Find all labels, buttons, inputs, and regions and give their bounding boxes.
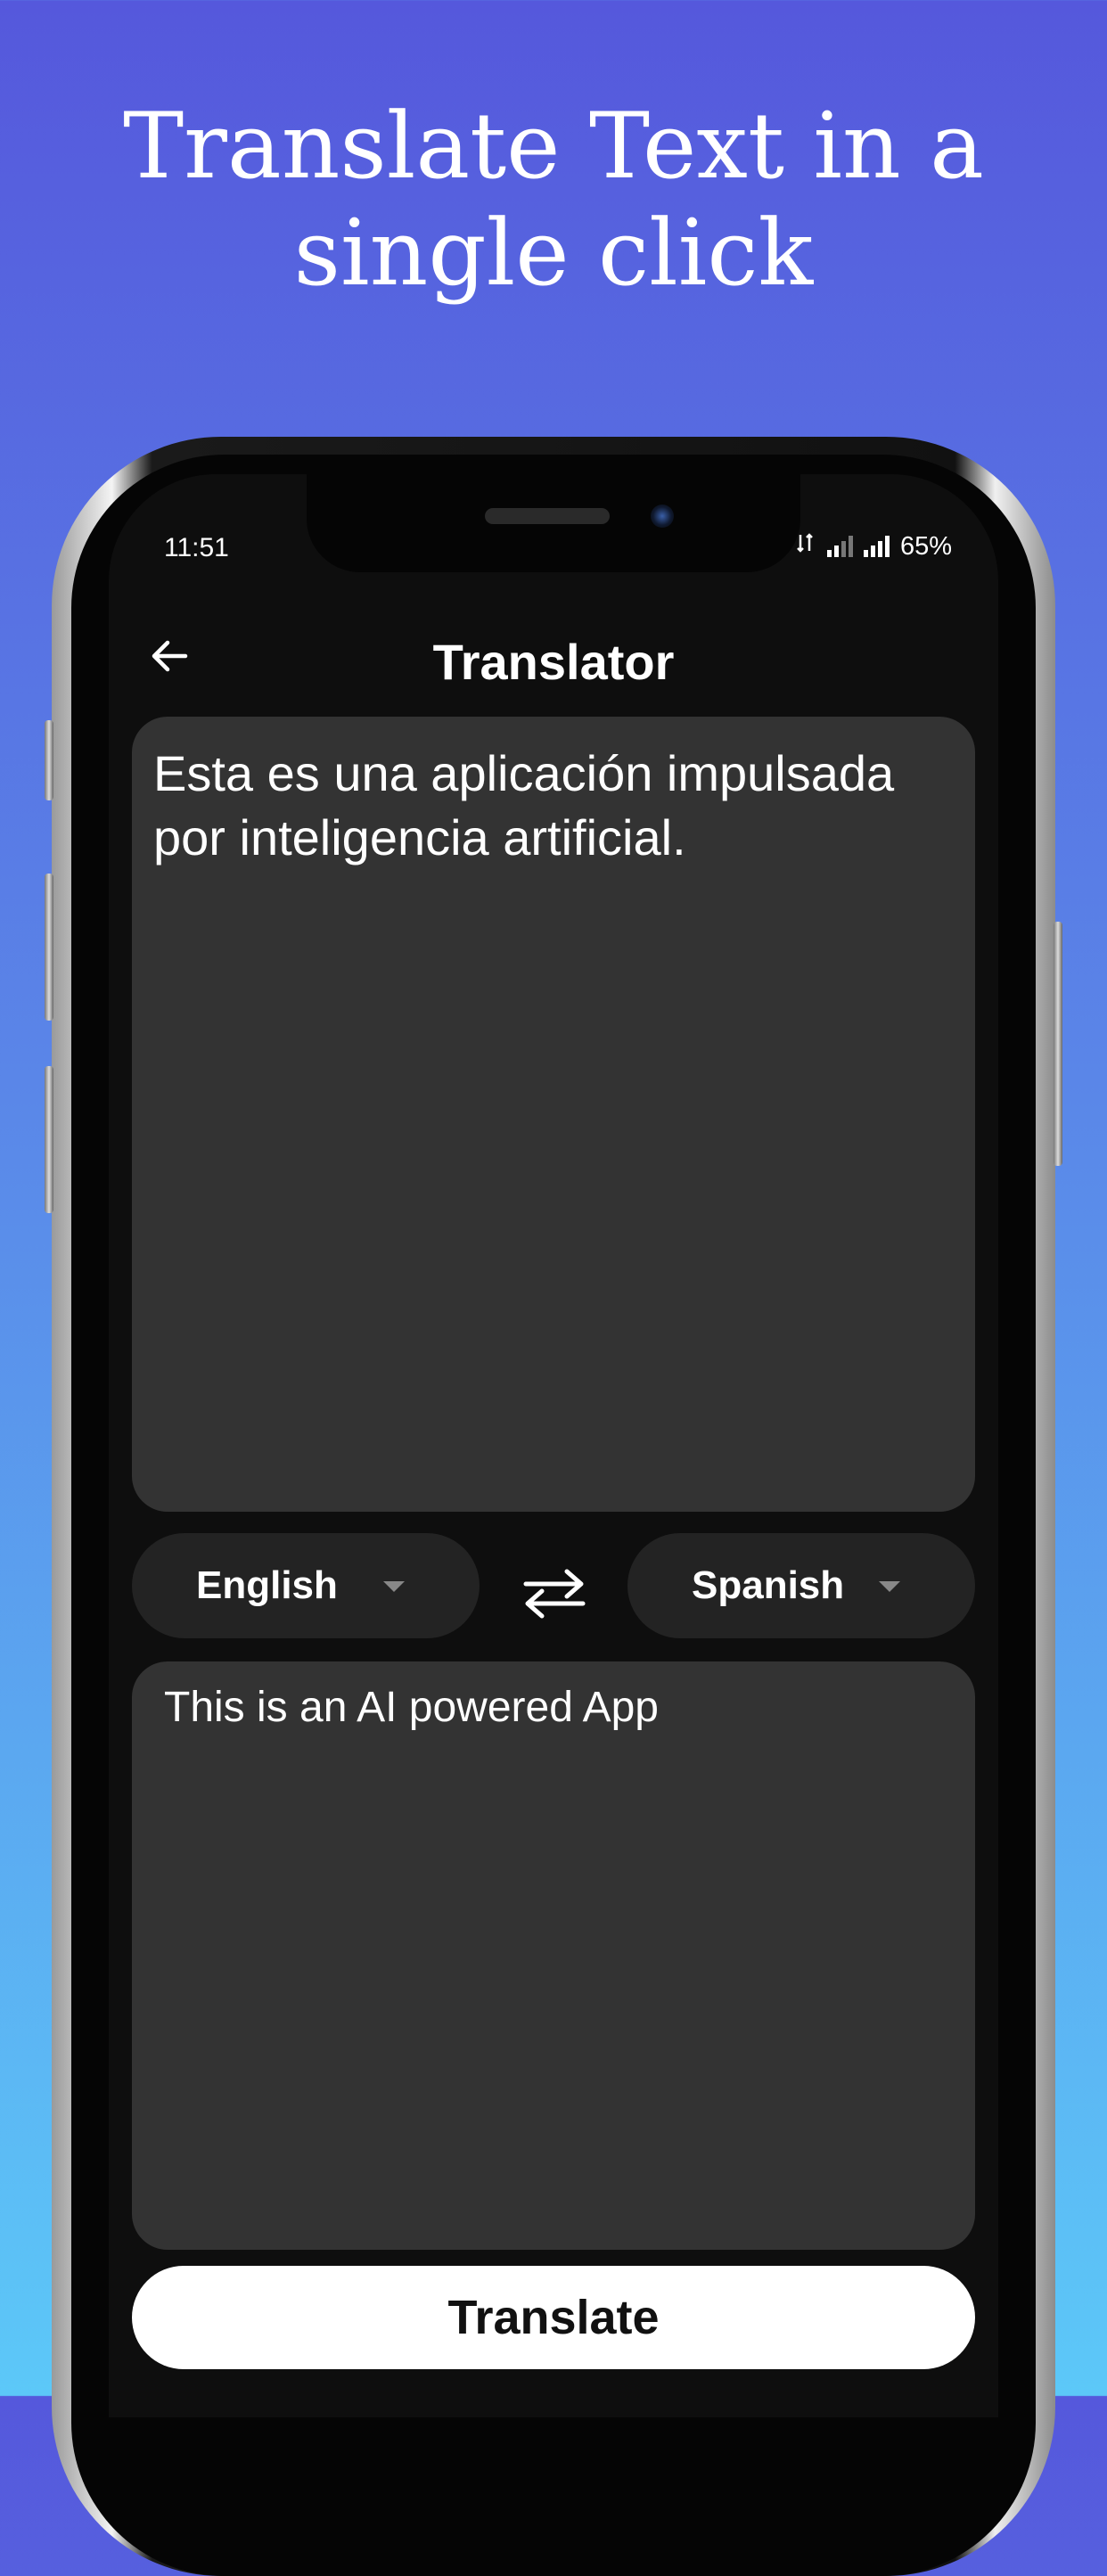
source-language-label: English: [196, 1563, 338, 1607]
target-language-dropdown[interactable]: Spanish: [627, 1533, 975, 1638]
phone-volume-up: [45, 874, 53, 1021]
promo-headline-line2: single click: [293, 201, 814, 307]
phone-volume-down: [45, 1066, 53, 1213]
promo-headline: Translate Text in a single click: [0, 94, 1107, 308]
phone-notch: [307, 474, 800, 572]
swap-languages-button[interactable]: [512, 1558, 597, 1629]
caret-down-icon: [879, 1581, 900, 1592]
front-camera: [651, 505, 674, 528]
target-language-label: Spanish: [692, 1563, 845, 1607]
battery-level: 65%: [899, 531, 952, 561]
translation-output[interactable]: This is an AI powered App: [132, 1661, 975, 2250]
phone-side-button: [45, 720, 53, 800]
app-bar: Translator: [109, 608, 998, 706]
speaker-grille: [485, 508, 610, 524]
data-icon: [797, 531, 816, 562]
translate-button[interactable]: Translate: [132, 2266, 975, 2369]
phone-power-button: [1054, 922, 1062, 1166]
status-icons: 65%: [797, 531, 952, 562]
translation-output-value: This is an AI powered App: [164, 1684, 659, 1731]
page-title: Translator: [432, 634, 675, 690]
source-text-value: Esta es una aplicación impulsada por int…: [153, 745, 895, 866]
signal-icon: [826, 536, 853, 557]
swap-arrows-icon: [523, 1569, 586, 1619]
app-screen: 11:51 65% Translator Esta es una aplicac…: [109, 474, 998, 2417]
caret-down-icon: [383, 1581, 405, 1592]
signal-icon: [863, 536, 890, 557]
source-language-dropdown[interactable]: English: [132, 1533, 480, 1638]
source-text-input[interactable]: Esta es una aplicación impulsada por int…: [132, 717, 975, 1512]
promo-headline-line1: Translate Text in a: [123, 94, 984, 200]
status-time: 11:51: [164, 533, 229, 562]
